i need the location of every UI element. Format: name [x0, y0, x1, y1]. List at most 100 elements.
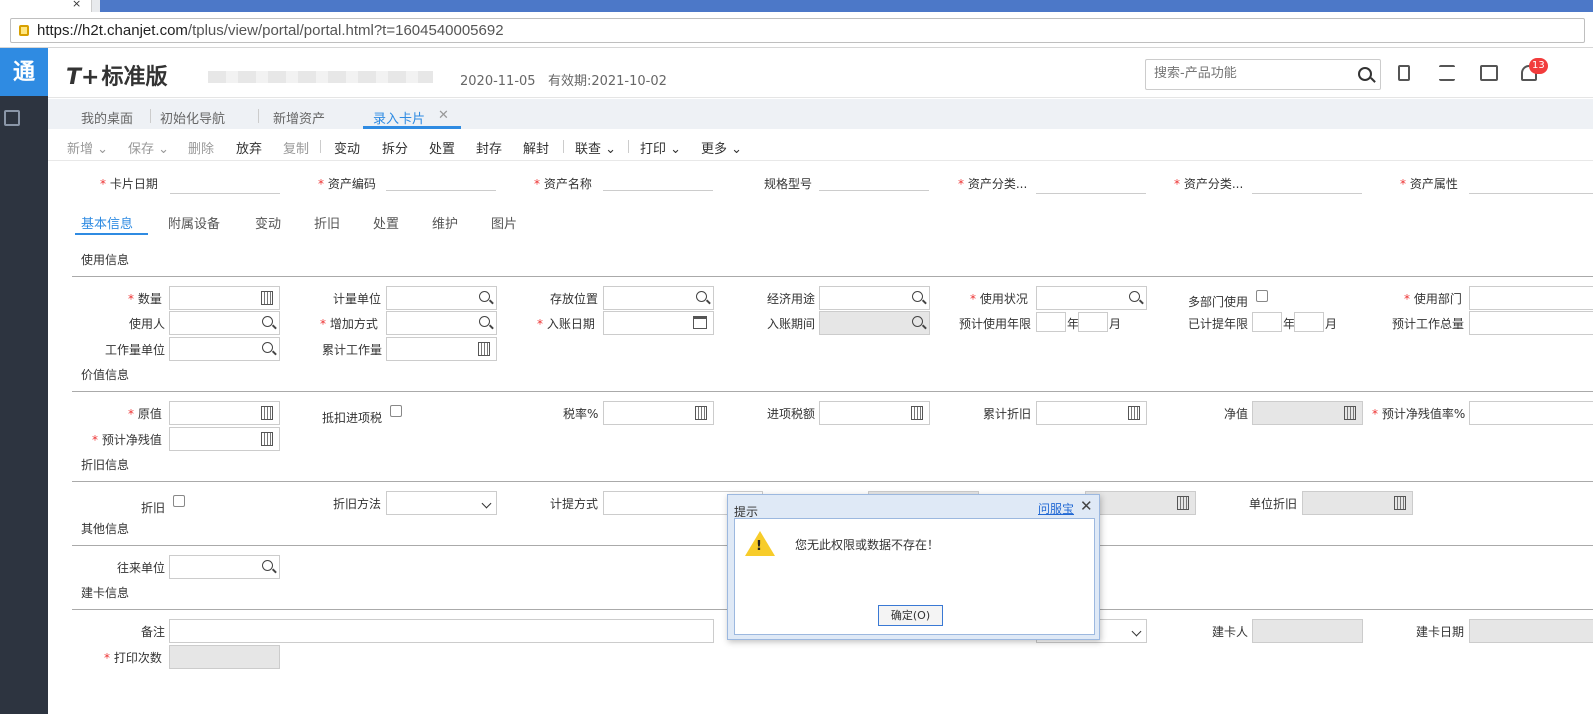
spec-model-field[interactable] [819, 190, 929, 191]
creator-input[interactable] [1252, 619, 1363, 643]
add-method-input[interactable] [386, 311, 497, 335]
search-icon[interactable] [912, 316, 923, 327]
search-icon[interactable] [696, 291, 707, 302]
net-value-input[interactable] [1252, 401, 1363, 425]
exit-icon[interactable] [4, 110, 20, 126]
help-link[interactable]: 问服宝 [1038, 500, 1074, 517]
search-box[interactable] [1145, 59, 1381, 90]
save-button[interactable]: 保存 ⌄ [128, 138, 169, 157]
tab-picture[interactable]: 图片 [491, 213, 517, 232]
est-life-year-input[interactable] [1036, 312, 1066, 332]
calendar-icon[interactable] [693, 316, 707, 329]
browser-tab[interactable]: × [0, 0, 92, 12]
split-button[interactable]: 拆分 [382, 138, 408, 157]
calculator-icon[interactable] [478, 342, 490, 356]
deduct-tax-checkbox[interactable] [390, 405, 402, 417]
close-icon[interactable]: ✕ [1080, 497, 1093, 515]
more-button[interactable]: 更多 ⌄ [701, 138, 742, 157]
use-dept-input[interactable] [1469, 286, 1593, 310]
message-icon[interactable] [1480, 65, 1498, 81]
est-life-month-input[interactable] [1078, 312, 1108, 332]
calculator-icon[interactable] [261, 432, 273, 446]
search-icon[interactable] [262, 560, 273, 571]
tab-new-asset[interactable]: 新增资产 [273, 108, 325, 127]
link-query-button[interactable]: 联查 ⌄ [575, 138, 616, 157]
tax-rate-input[interactable] [603, 401, 714, 425]
residual-value-input[interactable] [169, 427, 280, 451]
tab-change[interactable]: 变动 [255, 213, 281, 232]
tab-basic-info[interactable]: 基本信息 [81, 213, 133, 232]
remark-input[interactable] [169, 619, 714, 643]
tab-dispose[interactable]: 处置 [373, 213, 399, 232]
depr-years-year-input[interactable] [1252, 312, 1282, 332]
quantity-input[interactable] [169, 286, 280, 310]
cum-depr-input[interactable] [1036, 401, 1147, 425]
asset-category1-field[interactable] [1036, 193, 1146, 194]
card-date-field[interactable] [170, 193, 280, 194]
close-icon[interactable]: ✕ [438, 108, 449, 123]
depr-checkbox[interactable] [173, 495, 185, 507]
residual-rate-input[interactable] [1469, 401, 1593, 425]
checklist-icon[interactable] [1439, 65, 1455, 81]
economic-use-input[interactable] [819, 286, 930, 310]
app-logo[interactable]: 通 [0, 48, 48, 96]
calculator-icon[interactable] [695, 406, 707, 420]
url-field[interactable]: https://h2t.chanjet.com/tplus/view/porta… [10, 18, 1585, 43]
calculator-icon[interactable] [1344, 406, 1356, 420]
close-icon[interactable]: × [72, 0, 81, 10]
new-button[interactable]: 新增 ⌄ [67, 138, 108, 157]
tab-my-desktop[interactable]: 我的桌面 [81, 108, 133, 127]
search-icon[interactable] [912, 291, 923, 302]
search-icon[interactable] [262, 342, 273, 353]
asset-category2-field[interactable] [1252, 193, 1362, 194]
search-icon[interactable] [1358, 67, 1372, 81]
tab-enter-card[interactable]: 录入卡片 [373, 108, 425, 127]
unit-depr-input[interactable] [1302, 491, 1413, 515]
orig-value-input[interactable] [169, 401, 280, 425]
asset-attr-field[interactable] [1469, 193, 1593, 194]
calculator-icon[interactable] [261, 406, 273, 420]
calculator-icon[interactable] [1177, 496, 1189, 510]
tab-depreciation[interactable]: 折旧 [314, 213, 340, 232]
depr-field-obscured-2[interactable] [1085, 491, 1196, 515]
cum-work-input[interactable] [386, 337, 497, 361]
calculator-icon[interactable] [1394, 496, 1406, 510]
search-icon[interactable] [479, 316, 490, 327]
entry-date-input[interactable] [603, 311, 714, 335]
tab-maintain[interactable]: 维护 [432, 213, 458, 232]
unseal-button[interactable]: 解封 [523, 138, 549, 157]
search-icon[interactable] [1129, 291, 1140, 302]
entry-period-input[interactable] [819, 311, 930, 335]
print-button[interactable]: 打印 ⌄ [640, 138, 681, 157]
user-input[interactable] [169, 311, 280, 335]
tab-init-guide[interactable]: 初始化导航 [160, 108, 225, 127]
calculator-icon[interactable] [911, 406, 923, 420]
est-work-input[interactable] [1469, 311, 1593, 335]
calculator-icon[interactable] [261, 291, 273, 305]
change-button[interactable]: 变动 [334, 138, 360, 157]
search-icon[interactable] [479, 291, 490, 302]
asset-code-field[interactable] [386, 190, 496, 191]
phone-icon[interactable] [1398, 65, 1410, 81]
copy-button[interactable]: 复制 [283, 138, 309, 157]
partner-input[interactable] [169, 555, 280, 579]
depr-method-select[interactable] [386, 491, 497, 515]
dispose-button[interactable]: 处置 [429, 138, 455, 157]
delete-button[interactable]: 删除 [188, 138, 214, 157]
abandon-button[interactable]: 放弃 [236, 138, 262, 157]
calculator-icon[interactable] [1128, 406, 1140, 420]
create-date-input[interactable] [1469, 619, 1593, 643]
multi-dept-checkbox[interactable] [1256, 290, 1268, 302]
tab-attached-equipment[interactable]: 附属设备 [168, 213, 220, 232]
unit-input[interactable] [386, 286, 497, 310]
work-unit-input[interactable] [169, 337, 280, 361]
ok-button[interactable]: 确定(O) [878, 605, 943, 626]
search-icon[interactable] [262, 316, 273, 327]
depr-years-month-input[interactable] [1294, 312, 1324, 332]
seal-button[interactable]: 封存 [476, 138, 502, 157]
print-count-input[interactable] [169, 645, 280, 669]
use-status-input[interactable] [1036, 286, 1147, 310]
search-input[interactable] [1154, 66, 1344, 81]
asset-name-field[interactable] [603, 190, 713, 191]
location-input[interactable] [603, 286, 714, 310]
